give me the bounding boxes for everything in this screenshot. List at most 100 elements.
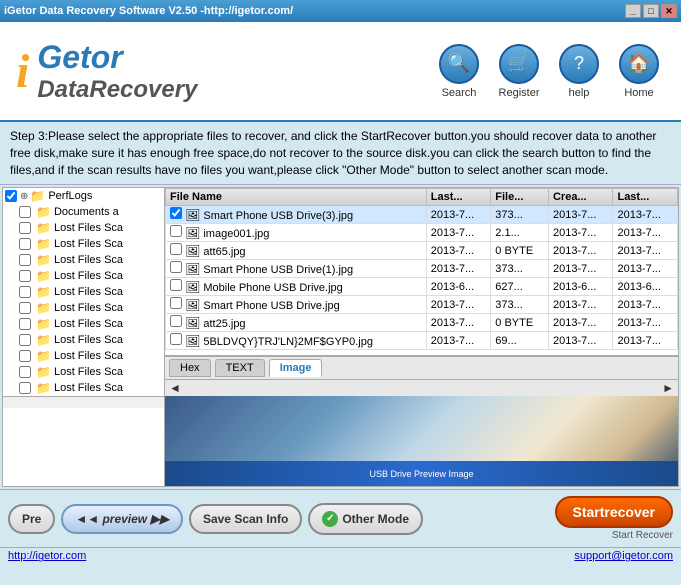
- preview-next-arrow[interactable]: ►: [662, 381, 674, 395]
- file-cell[interactable]: 🖼 att25.jpg: [166, 314, 427, 332]
- file-size-cell: 373...: [491, 296, 549, 314]
- instruction-text: Step 3:Please select the appropriate fil…: [0, 122, 681, 185]
- tree-item[interactable]: 📁 Documents a: [3, 204, 164, 220]
- tree-item[interactable]: 📁 Lost Files Sca: [3, 252, 164, 268]
- table-row[interactable]: 🖼 att25.jpg 2013-7... 0 BYTE 2013-7... 2…: [166, 314, 678, 332]
- tree-checkbox[interactable]: [19, 238, 31, 250]
- preview-tabs: HexTEXTImage: [165, 357, 678, 380]
- table-row[interactable]: 🖼 image001.jpg 2013-7... 2.1... 2013-7..…: [166, 224, 678, 242]
- last2-date-cell: 2013-7...: [613, 206, 678, 224]
- file-cell[interactable]: 🖼 Smart Phone USB Drive.jpg: [166, 296, 427, 314]
- file-icon: 🖼: [185, 298, 200, 312]
- preview-tab-image[interactable]: Image: [269, 359, 323, 377]
- file-checkbox[interactable]: [170, 261, 182, 273]
- file-tree-panel[interactable]: ⊕ 📁 PerfLogs 📁 Documents a 📁 Lost Files …: [3, 188, 165, 486]
- close-button[interactable]: ✕: [661, 4, 677, 18]
- other-mode-button[interactable]: ✓ Other Mode: [308, 503, 423, 535]
- tree-checkbox[interactable]: [19, 206, 31, 218]
- website-link[interactable]: http://igetor.com: [8, 550, 86, 562]
- save-scan-button[interactable]: Save Scan Info: [189, 504, 302, 534]
- tree-checkbox[interactable]: [19, 366, 31, 378]
- table-row[interactable]: 🖼 att65.jpg 2013-7... 0 BYTE 2013-7... 2…: [166, 242, 678, 260]
- last2-date-cell: 2013-7...: [613, 260, 678, 278]
- tree-checkbox[interactable]: [19, 382, 31, 394]
- tree-checkbox[interactable]: [19, 254, 31, 266]
- file-checkbox[interactable]: [170, 333, 182, 345]
- file-checkbox[interactable]: [170, 279, 182, 291]
- tree-checkbox[interactable]: [19, 286, 31, 298]
- tree-checkbox[interactable]: [19, 334, 31, 346]
- tree-checkbox[interactable]: [19, 302, 31, 314]
- file-cell[interactable]: 🖼 Smart Phone USB Drive(3).jpg: [166, 206, 427, 224]
- preview-prev-arrow[interactable]: ◄: [169, 381, 181, 395]
- nav-icons: 🔍 Search 🛒 Register ? help 🏠 Home: [433, 44, 665, 99]
- tree-checkbox[interactable]: [19, 318, 31, 330]
- created-date-cell: 2013-7...: [548, 296, 612, 314]
- tree-checkbox[interactable]: [19, 350, 31, 362]
- email-link[interactable]: support@igetor.com: [574, 550, 673, 562]
- maximize-button[interactable]: □: [643, 4, 659, 18]
- tree-checkbox[interactable]: [19, 222, 31, 234]
- file-table[interactable]: File NameLast...File...Crea...Last... 🖼 …: [165, 188, 678, 356]
- nav-home-button[interactable]: 🏠 Home: [613, 44, 665, 99]
- file-cell[interactable]: 🖼 att65.jpg: [166, 242, 427, 260]
- file-checkbox[interactable]: [170, 243, 182, 255]
- table-row[interactable]: 🖼 Smart Phone USB Drive(1).jpg 2013-7...…: [166, 260, 678, 278]
- table-row[interactable]: 🖼 Mobile Phone USB Drive.jpg 2013-6... 6…: [166, 278, 678, 296]
- status-bar: http://igetor.com support@igetor.com: [0, 547, 681, 564]
- column-header[interactable]: File Name: [166, 189, 427, 206]
- tree-horizontal-scroll[interactable]: [3, 396, 164, 408]
- table-row[interactable]: 🖼 Smart Phone USB Drive.jpg 2013-7... 37…: [166, 296, 678, 314]
- nav-search-button[interactable]: 🔍 Search: [433, 44, 485, 99]
- nav-register-button[interactable]: 🛒 Register: [493, 44, 545, 99]
- column-header[interactable]: File...: [491, 189, 549, 206]
- main-area: ⊕ 📁 PerfLogs 📁 Documents a 📁 Lost Files …: [2, 187, 679, 487]
- folder-icon: 📁: [36, 381, 51, 395]
- prev-button[interactable]: Pre: [8, 504, 55, 534]
- tree-item[interactable]: 📁 Lost Files Sca: [3, 220, 164, 236]
- table-row[interactable]: 🖼 Smart Phone USB Drive(3).jpg 2013-7...…: [166, 206, 678, 224]
- folder-icon: 📁: [36, 269, 51, 283]
- created-date-cell: 2013-7...: [548, 314, 612, 332]
- file-cell[interactable]: 🖼 5BLDVQY}TRJ'LN}2MF$GYP0.jpg: [166, 332, 427, 350]
- minimize-button[interactable]: _: [625, 4, 641, 18]
- tree-item[interactable]: ⊕ 📁 PerfLogs: [3, 188, 164, 204]
- last-date-cell: 2013-7...: [426, 296, 490, 314]
- file-cell[interactable]: 🖼 Smart Phone USB Drive(1).jpg: [166, 260, 427, 278]
- tree-expand-icon[interactable]: ⊕: [20, 191, 28, 202]
- table-row[interactable]: 🖼 5BLDVQY}TRJ'LN}2MF$GYP0.jpg 2013-7... …: [166, 332, 678, 350]
- preview-panel: HexTEXTImage ◄ ► USB Drive Preview Image: [165, 356, 678, 486]
- folder-icon: 📁: [36, 221, 51, 235]
- tree-item[interactable]: 📁 Lost Files Sca: [3, 236, 164, 252]
- created-date-cell: 2013-7...: [548, 242, 612, 260]
- column-header[interactable]: Last...: [426, 189, 490, 206]
- file-checkbox[interactable]: [170, 297, 182, 309]
- file-checkbox[interactable]: [170, 225, 182, 237]
- folder-icon: 📁: [30, 189, 45, 203]
- tree-checkbox[interactable]: [5, 190, 17, 202]
- tree-checkbox[interactable]: [19, 270, 31, 282]
- column-header[interactable]: Last...: [613, 189, 678, 206]
- tree-item[interactable]: 📁 Lost Files Sca: [3, 332, 164, 348]
- column-header[interactable]: Crea...: [548, 189, 612, 206]
- file-cell[interactable]: 🖼 Mobile Phone USB Drive.jpg: [166, 278, 427, 296]
- file-checkbox[interactable]: [170, 207, 182, 219]
- nav-help-button[interactable]: ? help: [553, 44, 605, 99]
- preview-tab-text[interactable]: TEXT: [215, 359, 265, 377]
- tree-label: PerfLogs: [48, 190, 92, 202]
- file-cell[interactable]: 🖼 image001.jpg: [166, 224, 427, 242]
- tree-item[interactable]: 📁 Lost Files Sca: [3, 316, 164, 332]
- file-checkbox[interactable]: [170, 315, 182, 327]
- tree-item[interactable]: 📁 Lost Files Sca: [3, 364, 164, 380]
- last-date-cell: 2013-7...: [426, 224, 490, 242]
- help-label: help: [569, 87, 590, 99]
- preview-tab-hex[interactable]: Hex: [169, 359, 211, 377]
- tree-item[interactable]: 📁 Lost Files Sca: [3, 284, 164, 300]
- tree-item[interactable]: 📁 Lost Files Sca: [3, 300, 164, 316]
- start-recover-button[interactable]: Startrecover: [555, 496, 674, 528]
- tree-item[interactable]: 📁 Lost Files Sca: [3, 348, 164, 364]
- title-text: iGetor Data Recovery Software V2.50 -htt…: [4, 5, 293, 17]
- tree-item[interactable]: 📁 Lost Files Sca: [3, 380, 164, 396]
- tree-item[interactable]: 📁 Lost Files Sca: [3, 268, 164, 284]
- preview-button[interactable]: ◄◄ preview ▶▶: [61, 504, 183, 534]
